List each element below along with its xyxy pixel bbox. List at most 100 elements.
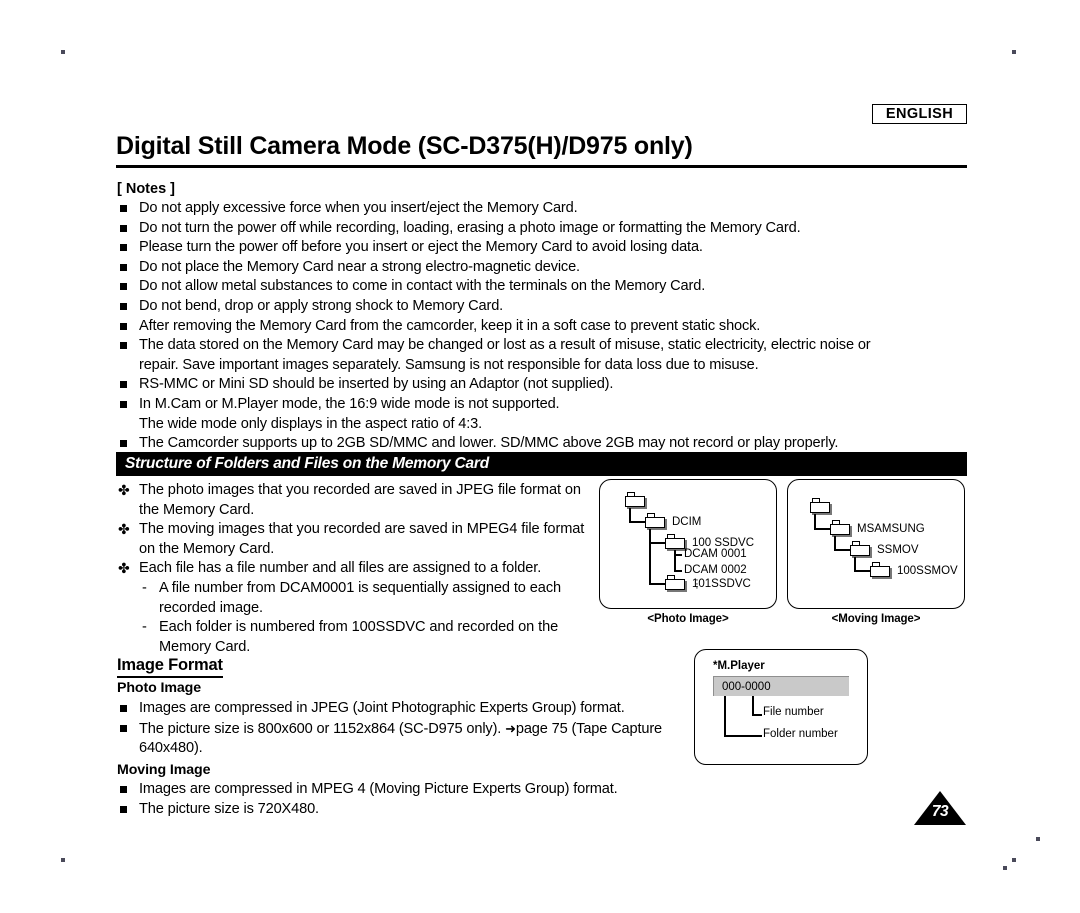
tree-connector-spine [649, 529, 651, 584]
square-bullet-icon [120, 724, 127, 732]
notes-label: [ Notes ] [117, 181, 175, 197]
tree-connector-vertical [854, 557, 856, 571]
structure-bullet-text: The moving images that you recorded are … [139, 521, 540, 538]
right-arrow-icon: ➜ [505, 720, 516, 736]
structure-sub-bullet: - A file number from DCAM0001 is sequent… [117, 579, 597, 618]
mplayer-file-number-label: File number [763, 706, 824, 718]
square-bullet-icon [120, 283, 127, 291]
registration-mark-corner-a [1036, 837, 1040, 841]
structure-bullet: ✤ Each file has a file number and all fi… [117, 559, 597, 579]
structure-sub-text-continued: Memory Card. [159, 638, 251, 655]
registration-mark-corner-b [1003, 866, 1007, 870]
note-item: Do not bend, drop or apply strong shock … [117, 297, 967, 317]
file-label-dcam0001: DCAM 0001 [684, 548, 747, 560]
tree-connector-horizontal [649, 583, 666, 585]
format-item-text: The picture size is 800x600 or 1152x864 … [139, 720, 502, 737]
square-bullet-icon [120, 805, 127, 813]
folder-icon-root [810, 498, 832, 515]
page-title: Digital Still Camera Mode (SC-D375(H)/D9… [116, 132, 693, 160]
note-item: Do not turn the power off while recordin… [117, 219, 967, 239]
clover-bullet-icon: ✤ [118, 521, 130, 538]
folder-label-101ssdvc: 101SSDVC [692, 578, 751, 590]
structure-sub-text-continued: recorded image. [159, 599, 263, 616]
format-item-text: The picture size is 720X480. [139, 800, 319, 817]
photo-format-list: Images are compressed in JPEG (Joint Pho… [117, 699, 717, 759]
note-text: Please turn the power off before you ins… [139, 239, 703, 256]
folder-icon-100ssmov [870, 562, 892, 579]
folder-label-dcim: DCIM [672, 516, 702, 528]
format-item: The picture size is 800x600 or 1152x864 … [117, 719, 717, 759]
format-item: Images are compressed in JPEG (Joint Pho… [117, 699, 717, 719]
note-text: After removing the Memory Card from the … [139, 317, 761, 334]
mplayer-title: *M.Player [713, 660, 765, 672]
note-item: In M.Cam or M.Player mode, the 16:9 wide… [117, 395, 967, 434]
folder-label-100ssmov: 100SSMOV [897, 565, 958, 577]
note-text-continued: repair. Save important images separately… [139, 356, 759, 373]
structure-sub-text: Each folder is numbered from 100SSDVC an… [159, 619, 559, 636]
registration-mark-top-left [61, 50, 65, 54]
folder-label-ssmov: SSMOV [877, 544, 919, 556]
page-number-badge: 73 [914, 791, 966, 825]
dash-bullet-icon: - [142, 619, 147, 636]
square-bullet-icon [120, 263, 127, 271]
folder-icon-dcim [645, 513, 667, 530]
note-item: Do not place the Memory Card near a stro… [117, 258, 967, 278]
clover-bullet-icon: ✤ [118, 482, 130, 498]
tree-connector-vertical [629, 508, 631, 522]
square-bullet-icon [120, 705, 127, 712]
structure-bullet-text: Each file has a file number and all file… [139, 560, 542, 577]
file-label-dcam0002: DCAM 0002 [684, 564, 747, 576]
section-band-title: Structure of Folders and Files on the Me… [125, 455, 489, 472]
structure-bullet: ✤ The moving images that you recorded ar… [117, 520, 597, 559]
structure-sub-text: A file number from DCAM0001 is sequentia… [159, 579, 562, 596]
clover-bullet-icon: ✤ [118, 560, 130, 577]
mplayer-number-field: 000-0000 [713, 676, 849, 696]
note-item: The data stored on the Memory Card may b… [117, 336, 967, 375]
folder-icon-101ssdvc [665, 575, 687, 592]
notes-list: Do not apply excessive force when you in… [117, 199, 967, 454]
structure-sub-bullet: - Each folder is numbered from 100SSDVC … [117, 618, 597, 657]
format-item-text: Images are compressed in MPEG 4 (Moving … [139, 781, 618, 797]
square-bullet-icon [120, 786, 127, 793]
tree-connector-horizontal [834, 549, 851, 551]
moving-diagram-caption: <Moving Image> [831, 613, 921, 625]
language-badge: ENGLISH [872, 104, 967, 124]
note-text-continued: The wide mode only displays in the aspec… [139, 415, 483, 432]
note-item: Please turn the power off before you ins… [117, 238, 967, 258]
note-text: RS-MMC or Mini SD should be inserted by … [139, 376, 614, 393]
registration-mark-top-right [1012, 50, 1016, 54]
structure-bullet-text: The photo images that you recorded are s… [139, 482, 517, 498]
tree-connector-horizontal [674, 554, 682, 556]
square-bullet-icon [120, 342, 127, 350]
format-item-text: Images are compressed in JPEG (Joint Pho… [139, 700, 625, 716]
image-format-heading: Image Format [117, 656, 223, 678]
note-text: Do not allow metal substances to come in… [139, 278, 706, 295]
structure-bullet: ✤ The photo images that you recorded are… [117, 481, 597, 520]
note-item: RS-MMC or Mini SD should be inserted by … [117, 375, 967, 395]
square-bullet-icon [120, 244, 127, 252]
folder-label-msamsung: MSAMSUNG [857, 523, 925, 535]
square-bullet-icon [120, 302, 127, 310]
tree-connector-horizontal [629, 521, 646, 523]
title-rule [116, 165, 967, 168]
note-item: Do not apply excessive force when you in… [117, 199, 967, 219]
page-reference: page 75 [515, 720, 568, 737]
registration-mark-bottom-left [61, 858, 65, 862]
structure-bullet-list: ✤ The photo images that you recorded are… [117, 481, 597, 657]
moving-format-list: Images are compressed in MPEG 4 (Moving … [117, 780, 717, 819]
note-text: The Camcorder supports up to 2GB SD/MMC … [139, 435, 839, 452]
note-text: Do not place the Memory Card near a stro… [139, 258, 580, 275]
format-item: Images are compressed in MPEG 4 (Moving … [117, 780, 717, 800]
tree-connector-horizontal [814, 528, 831, 530]
note-text: The data stored on the Memory Card may b… [139, 337, 871, 354]
photo-image-subheading: Photo Image [117, 680, 202, 696]
page-number: 73 [931, 803, 949, 820]
manual-page: ENGLISH Digital Still Camera Mode (SC-D3… [0, 0, 1080, 913]
leader-line-vertical-file [752, 696, 754, 715]
square-bullet-icon [120, 400, 127, 408]
note-text: Do not turn the power off while recordin… [139, 219, 801, 236]
note-item: The Camcorder supports up to 2GB SD/MMC … [117, 434, 967, 454]
tree-connector-vertical [834, 536, 836, 550]
folder-icon-msamsung [830, 520, 852, 537]
mplayer-folder-number-label: Folder number [763, 728, 838, 740]
